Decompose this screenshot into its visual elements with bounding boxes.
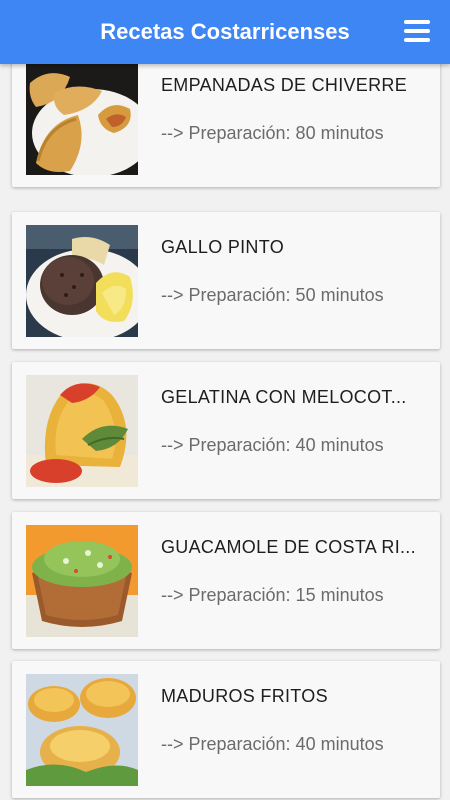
recipe-card[interactable]: EMPANADAS DE CHIVERRE --> Preparación: 8… [12,50,440,187]
recipe-photo-empanadas [26,63,138,175]
app-bar: Recetas Costarricenses [0,0,450,64]
recipe-card[interactable]: GUACAMOLE DE COSTA RI... --> Preparación… [12,512,440,649]
recipe-time: --> Preparación: 40 minutos [161,734,384,754]
recipe-photo-maduros [26,674,138,786]
recipe-card[interactable]: GELATINA CON MELOCOT... --> Preparación:… [12,362,440,499]
recipe-photo-gelatina [26,375,138,487]
recipe-name: GUACAMOLE DE COSTA RI... [161,537,416,557]
recipe-card[interactable]: MADUROS FRITOS --> Preparación: 40 minut… [12,661,440,798]
recipe-time: --> Preparación: 15 minutos [161,585,384,605]
recipe-name: GELATINA CON MELOCOT... [161,387,407,407]
recipe-list[interactable]: EMPANADAS DE CHIVERRE --> Preparación: 8… [0,0,450,800]
recipe-photo-guacamole [26,525,138,637]
recipe-time: --> Preparación: 80 minutos [161,123,384,143]
recipe-card[interactable]: GALLO PINTO --> Preparación: 50 minutos [12,212,440,349]
recipe-photo-gallo-pinto [26,225,138,337]
app-title: Recetas Costarricenses [100,19,350,44]
recipe-name: EMPANADAS DE CHIVERRE [161,75,408,95]
hamburger-menu-icon[interactable] [404,20,430,44]
recipe-time: --> Preparación: 50 minutos [161,285,384,305]
recipe-name: MADUROS FRITOS [161,686,328,706]
recipe-time: --> Preparación: 40 minutos [161,435,384,455]
recipe-name: GALLO PINTO [161,237,285,257]
